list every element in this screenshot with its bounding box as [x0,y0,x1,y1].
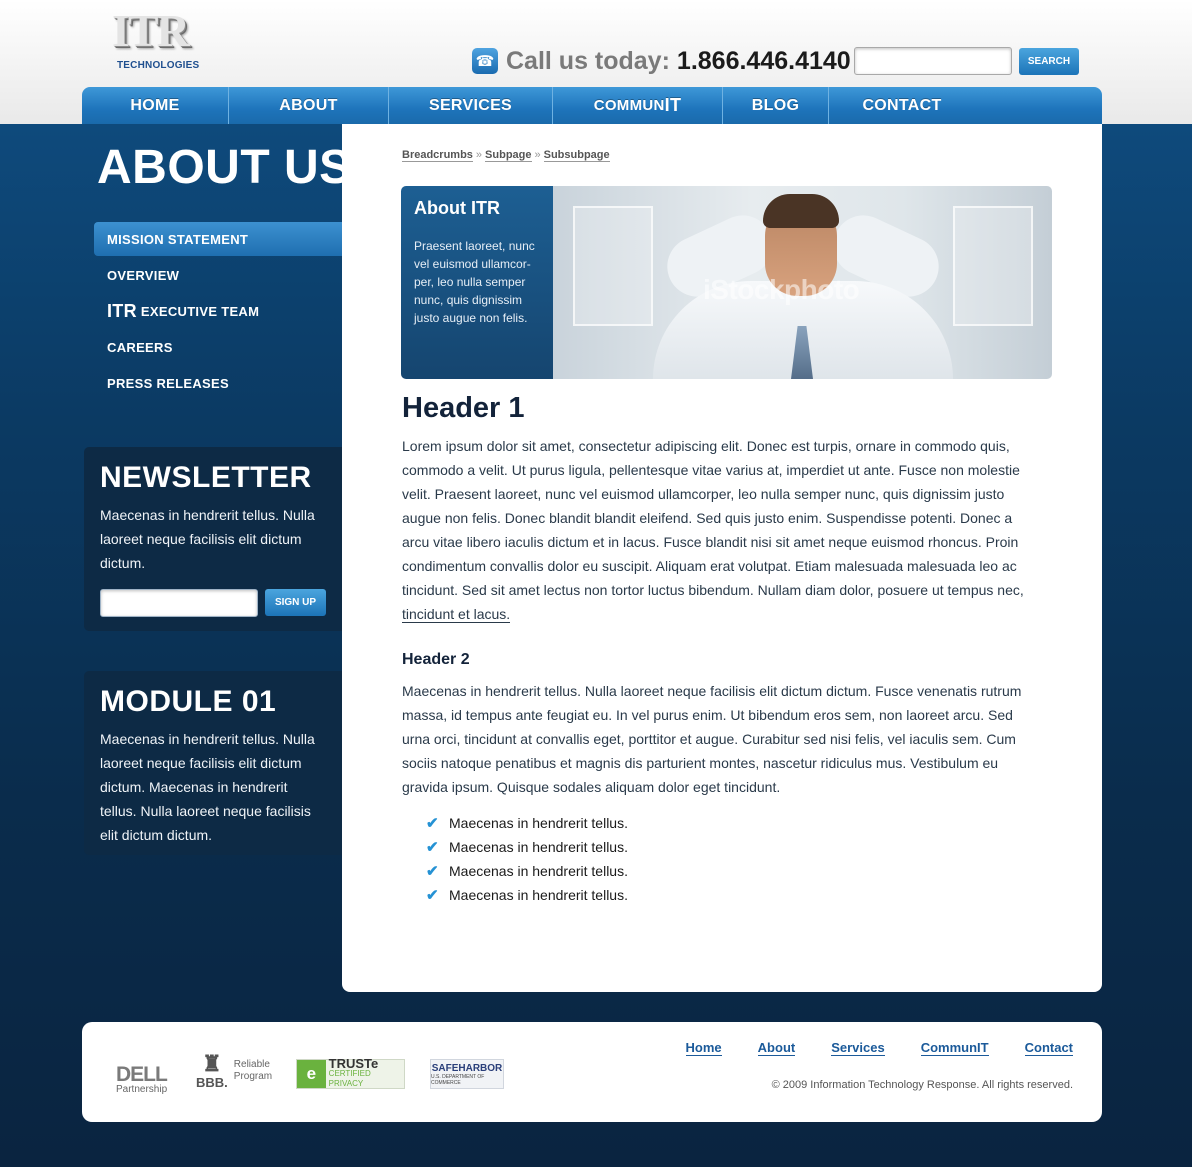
newsletter-email-input[interactable] [100,589,258,617]
module-title: MODULE 01 [100,685,277,718]
truste-badge-icon: e [297,1060,326,1088]
hero-text-box: About ITR Praesent laoreet, nunc vel eui… [401,186,553,379]
page-title: ABOUT US [97,141,352,194]
footer-links: Home About Services CommunIT Contact [650,1040,1073,1056]
list-item: ✔ Maecenas in hendrerit tellus. [426,811,628,835]
footer-link-home[interactable]: Home [685,1040,722,1056]
hero-text: Praesent laoreet, nunc vel euismod ullam… [414,239,535,325]
phone-icon: ☎ [472,48,498,74]
main-content: Breadcrumbs» Subpage» Subsubpage About ITR… [342,124,1102,992]
photo-hair [763,194,839,228]
truste-sub: CERTIFIED PRIVACY [328,1069,371,1088]
nav-communit-suffix: IT [664,95,682,115]
footer-link-about[interactable]: About [757,1040,796,1056]
newsletter-panel: NEWSLETTER Maecenas in hendrerit tellus.… [84,447,342,631]
module-text: Maecenas in hendrerit tellus. Nulla laor… [100,731,315,843]
list-item: ✔ Maecenas in hendrerit tellus. [426,859,628,883]
breadcrumb-item[interactable]: Subpage [485,149,532,162]
search-input[interactable] [854,47,1012,75]
check-icon: ✔ [426,839,439,856]
torch-icon: ♜ [202,1051,222,1076]
list-item-text: Maecenas in hendrerit tellus. [449,887,628,903]
nav-home[interactable]: HOME [82,87,229,124]
sub-navigation: MISSION STATEMENT OVERVIEW ITR EXECUTIVE… [94,222,342,402]
main-nav: HOME ABOUT SERVICES COMMUN IT BLOG CONTAC… [82,87,1102,124]
dell-partnership-logo[interactable]: DELL Partnership [116,1063,168,1095]
breadcrumb: Breadcrumbs» Subpage» Subsubpage [402,149,610,162]
hero-title: About ITR [414,198,500,218]
checklist: ✔ Maecenas in hendrerit tellus. ✔ Maecenas… [426,811,628,907]
hero-photo: iStockphoto [553,186,1052,379]
bbb-label: Reliable Program [233,1059,273,1082]
subnav-press-releases[interactable]: PRESS RELEASES [94,366,342,400]
hero-banner: About ITR Praesent laoreet, nunc vel eui… [401,186,1052,379]
truste-mark: TRUSTe [328,1056,379,1071]
copyright: © 2009 Information Technology Response. … [771,1079,1073,1091]
breadcrumb-item[interactable]: Breadcrumbs [402,149,473,162]
breadcrumb-item[interactable]: Subsubpage [543,149,610,162]
newsletter-title: NEWSLETTER [100,461,312,494]
list-item: ✔ Maecenas in hendrerit tellus. [426,835,628,859]
footer-link-communit[interactable]: CommunIT [920,1040,989,1056]
subnav-overview[interactable]: OVERVIEW [94,258,342,292]
safeharbor-logo[interactable]: SAFEHARBOR U.S. DEPARTMENT OF COMMERCE [430,1059,504,1089]
truste-logo[interactable]: e TRUSTe CERTIFIED PRIVACY [296,1056,405,1089]
logo-subtitle: TECHNOLOGIES [117,60,200,71]
module-panel: MODULE 01 Maecenas in hendrerit tellus. … [84,671,342,855]
search-button[interactable]: SEARCH [1019,48,1079,75]
paragraph-2: Maecenas in hendrerit tellus. Nulla laor… [402,683,1022,795]
subnav-executive-team[interactable]: ITR EXECUTIVE TEAM [94,294,342,328]
call-label: Call us today: [506,46,670,75]
paragraph-1: Lorem ipsum dolor sit amet, consectetur … [402,434,1034,626]
subnav-exec-label: EXECUTIVE TEAM [140,303,260,319]
site-footer: DELL Partnership ♜ BBB. Reliable Program… [82,1022,1102,1122]
check-icon: ✔ [426,863,439,880]
photo-window [953,206,1033,326]
bbb-logo[interactable]: ♜ BBB. Reliable Program [196,1052,284,1090]
photo-watermark: iStockphoto [703,274,860,305]
safeharbor-sub: U.S. DEPARTMENT OF COMMERCE [431,1073,485,1086]
footer-link-services[interactable]: Services [831,1040,885,1056]
truste-text: TRUSTe CERTIFIED PRIVACY [326,1056,404,1089]
call-us: ☎ Call us today: 1.866.446.4140 [472,44,851,78]
list-item: ✔ Maecenas in hendrerit tellus. [426,883,628,907]
nav-communit[interactable]: COMMUN IT [553,87,723,124]
nav-services[interactable]: SERVICES [389,87,553,124]
list-item-text: Maecenas in hendrerit tellus. [449,863,628,879]
header-1: Header 1 [402,392,525,424]
dell-logo-label: Partnership [116,1084,168,1095]
nav-communit-label: COMMUN [593,97,665,114]
newsletter-form: SIGN UP [100,589,326,617]
check-icon: ✔ [426,815,439,832]
check-icon: ✔ [426,887,439,904]
sign-up-button[interactable]: SIGN UP [265,589,326,616]
itr-logo[interactable]: ITR TECHNOLOGIES [112,8,202,78]
subnav-mission-statement[interactable]: MISSION STATEMENT [94,222,342,256]
list-item-text: Maecenas in hendrerit tellus. [449,815,628,831]
phone-number: 1.866.446.4140 [676,46,851,75]
safeharbor-mark: SAFEHARBOR [431,1062,503,1074]
photo-window [573,206,653,326]
header-2: Header 2 [402,651,470,668]
logo-mark: ITR [112,5,190,56]
nav-contact[interactable]: CONTACT [829,87,975,124]
newsletter-text: Maecenas in hendrerit tellus. Nulla laor… [100,507,315,571]
nav-blog[interactable]: BLOG [723,87,829,124]
paragraph-1-link[interactable]: tincidunt et lacus. [402,606,511,623]
breadcrumb-separator: » [534,149,541,161]
list-item-text: Maecenas in hendrerit tellus. [449,839,628,855]
subnav-careers[interactable]: CAREERS [94,330,342,364]
breadcrumb-separator: » [475,149,483,161]
nav-about[interactable]: ABOUT [229,87,389,124]
footer-link-contact[interactable]: Contact [1024,1040,1073,1056]
paragraph-1-text: Lorem ipsum dolor sit amet, consectetur … [402,438,1024,598]
bbb-mark: ♜ BBB. [196,1052,228,1090]
bbb-mark-text: BBB. [196,1075,228,1090]
subnav-exec-brand: ITR [107,300,137,321]
dell-logo-text: DELL [116,1063,168,1086]
